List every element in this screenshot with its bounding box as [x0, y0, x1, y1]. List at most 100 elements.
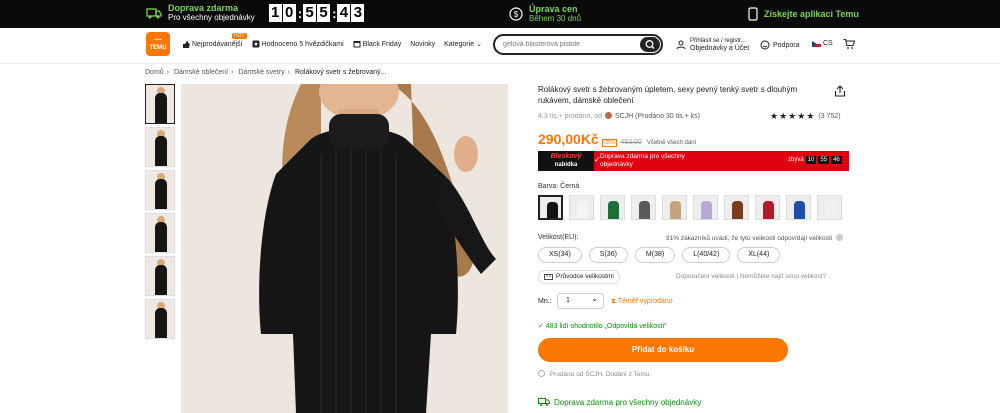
size-option[interactable]: M(38) [634, 247, 676, 263]
model-photo [181, 84, 508, 413]
get-app-link[interactable]: Získejte aplikaci Temu [748, 7, 859, 21]
fit-rating-text: 483 lidí ohodnotilo „Odpovídá velikosti" [545, 323, 667, 330]
swatch-garment [608, 201, 619, 219]
swatch-garment [639, 201, 650, 219]
color-swatch[interactable] [693, 195, 718, 220]
breadcrumb-category[interactable]: Dámské oblečení [174, 69, 228, 76]
account-signin: Přihlásit se / registr... [690, 38, 746, 44]
flash-deal-badge: Bleskový nabídka [538, 151, 594, 171]
store-avatar-icon [604, 112, 612, 119]
nav-label: Nejprodávanější [192, 40, 243, 48]
star-box-icon [252, 40, 260, 48]
deal-timer-minutes: 55 [818, 156, 830, 164]
timer-digit: 0 [282, 4, 296, 22]
size-option[interactable]: XL(44) [737, 247, 781, 263]
free-shipping-promo[interactable]: Doprava zdarma Pro všechny objednávky 1 … [146, 3, 365, 23]
low-stock-note: ⧗ Téměř vyprodáno [611, 298, 673, 306]
size-option[interactable]: L(40/42) [682, 247, 731, 263]
language-label: CS [823, 40, 833, 47]
add-to-cart-button[interactable]: Přidat do košíku [538, 338, 788, 362]
color-swatch[interactable] [786, 195, 811, 220]
product-title: Rolákový svetr s žebrovaným úpletem, sex… [538, 85, 798, 105]
rating-count: (3 752) [818, 113, 841, 120]
low-stock-text: Téměř vyprodáno [617, 298, 673, 305]
language-selector[interactable]: CS [812, 40, 833, 47]
product-thumbnail[interactable] [145, 127, 175, 167]
product-thumbnail[interactable] [145, 213, 175, 253]
color-swatch[interactable] [724, 195, 749, 220]
color-swatch[interactable] [631, 195, 656, 220]
cart-icon[interactable] [843, 38, 855, 50]
breadcrumb-subcategory[interactable]: Dámské svetry [238, 69, 284, 76]
size-fit-note: 91% zákazníků uvádí, že tyto velikosti o… [666, 234, 844, 242]
breadcrumb: Domů › Dámské oblečení › Dámské svetry › Ro… [145, 69, 387, 76]
czech-flag-icon [812, 40, 821, 47]
price-adjustment-subtitle: Během 30 dnů [529, 14, 582, 23]
swatch-garment [577, 201, 588, 219]
size-options: XS(34) S(36) M(38) L(40/42) XL(44) [538, 247, 787, 263]
truck-icon [146, 8, 162, 19]
price-row: 290,00Kč -35% 453,00 Včetně všech daní [538, 131, 696, 147]
thumbs-up-icon [183, 41, 190, 48]
product-thumbnail[interactable] [145, 84, 175, 124]
timer-digit: 3 [351, 4, 365, 22]
support-link[interactable]: Podpora [760, 40, 799, 50]
swatch-garment [547, 202, 558, 218]
breadcrumb-home[interactable]: Domů [145, 69, 164, 76]
seller-link[interactable]: SCJH (Prodáno 30 tis.+ ks) [615, 113, 700, 120]
size-fit-text: 91% zákazníků uvádí, že tyto velikosti o… [666, 235, 833, 242]
product-thumbnail[interactable] [145, 170, 175, 210]
info-circle-icon [538, 370, 545, 377]
account-menu[interactable]: Přihlásit se / registr... Objednávky a Ú… [676, 37, 749, 53]
dollar-circle-icon: $ [509, 7, 523, 21]
nav-categories[interactable]: Kategorie ⌄ [444, 40, 482, 49]
swatch-garment [794, 201, 805, 219]
nav-bestsellers[interactable]: Nejprodávanější HOT [182, 33, 247, 48]
ruler-icon [544, 274, 553, 280]
product-main-image[interactable] [181, 84, 508, 413]
size-option[interactable]: XS(34) [538, 247, 582, 263]
search-button[interactable] [640, 37, 660, 52]
flash-deal-banner: Bleskový nabídka ✓ Doprava zdarma pro vš… [538, 151, 849, 171]
size-recommendation-links[interactable]: Doporučení velikosti | Nemůžete najít sv… [676, 273, 826, 280]
nav-five-star[interactable]: Hodnoceno 5 hvězdičkami [252, 40, 344, 48]
product-thumbnail[interactable] [145, 256, 175, 296]
color-swatch[interactable] [600, 195, 625, 220]
nav-new-arrivals[interactable]: Novinky [410, 41, 435, 48]
size-option[interactable]: S(36) [588, 247, 628, 263]
star-icon: ★ [770, 111, 779, 121]
nav-black-friday[interactable]: Black Friday [353, 40, 402, 48]
nav-label: Kategorie [444, 40, 475, 48]
star-icon: ★ [779, 111, 788, 121]
half-star-icon: ★ [806, 111, 815, 121]
deal-timer-hours: 10 [805, 156, 817, 164]
nav-label: Hodnoceno 5 hvězdičkami [261, 40, 344, 48]
phone-icon [748, 7, 758, 21]
user-icon [676, 40, 686, 50]
thumbnail-list [145, 84, 175, 342]
color-swatch[interactable] [755, 195, 780, 220]
share-icon[interactable] [834, 85, 846, 97]
free-shipping-title: Doprava zdarma [168, 3, 239, 13]
quantity-label: Mn.: [538, 298, 552, 305]
color-swatch[interactable] [817, 195, 842, 220]
chevron-down-icon: ⌄ [476, 41, 482, 48]
free-shipping-note[interactable]: Doprava zdarma pro všechny objednávky [538, 397, 701, 407]
search-bar [493, 34, 663, 55]
size-guide-button[interactable]: Průvodce velikostmi [538, 270, 620, 284]
search-input[interactable] [503, 41, 633, 48]
color-swatch[interactable] [569, 195, 594, 220]
tax-note: Včetně všech daní [646, 140, 697, 146]
nav-label: Novinky [410, 40, 436, 48]
size-label: Velikost(EU): [538, 234, 579, 241]
color-swatch[interactable] [662, 195, 687, 220]
product-thumbnail[interactable] [145, 299, 175, 339]
nav-label: Black Friday [362, 40, 402, 48]
color-swatches [538, 195, 848, 220]
temu-logo[interactable]: ▪▪▪▪ TEMU [146, 32, 170, 56]
timer-digit: 1 [268, 4, 282, 22]
rating-summary[interactable]: ★ ★ ★ ★ ★ (3 752) [770, 111, 841, 122]
quantity-select[interactable]: 1 [557, 292, 604, 309]
color-swatch[interactable] [538, 195, 563, 220]
price-adjustment-promo[interactable]: $ Úprava cen Během 30 dnů [509, 4, 581, 24]
